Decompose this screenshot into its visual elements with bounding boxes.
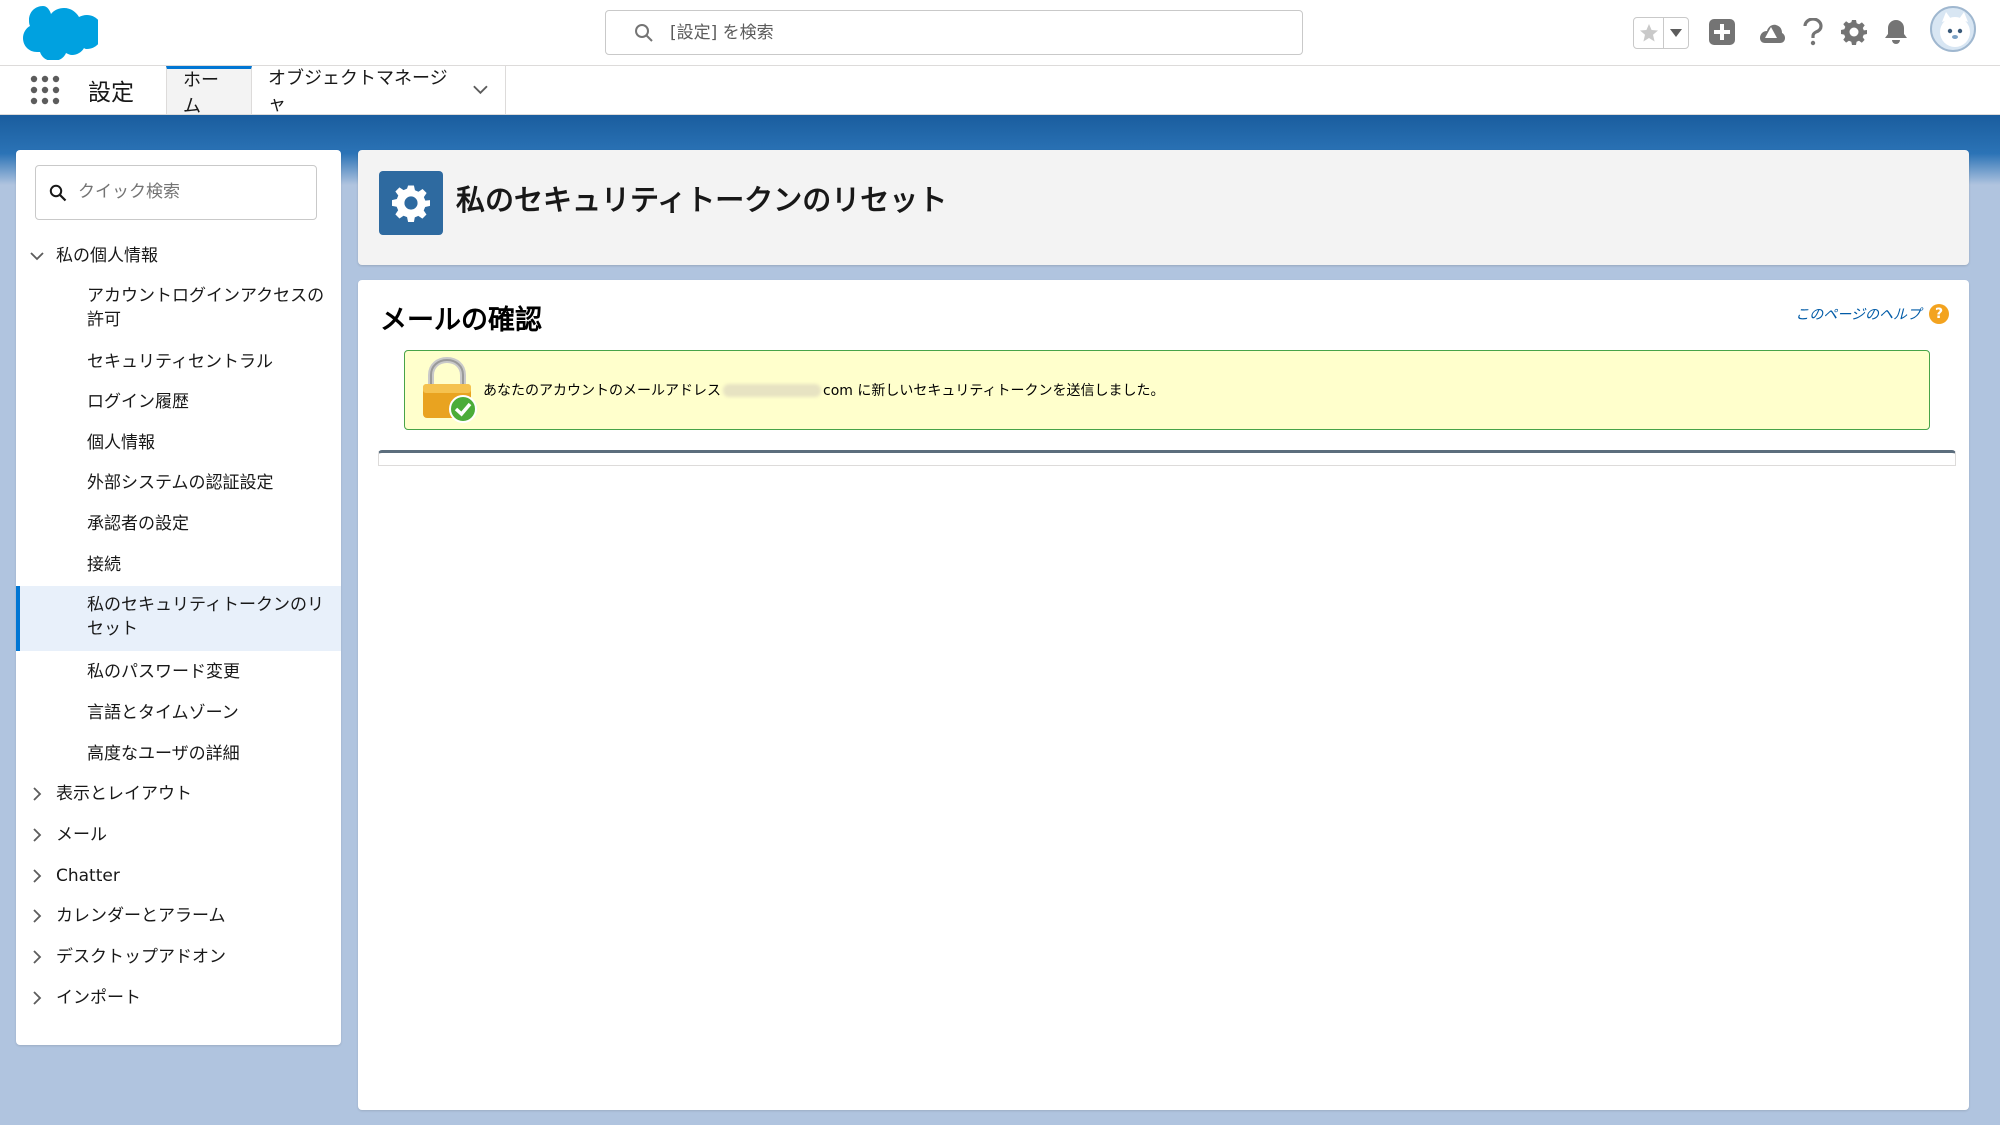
- app-launcher-icon[interactable]: [30, 75, 60, 105]
- quick-find-input[interactable]: [78, 176, 308, 208]
- sidebar-item-auth-settings[interactable]: 外部システムの認証設定: [16, 471, 341, 499]
- sidebar-item-approver-settings[interactable]: 承認者の設定: [16, 512, 341, 540]
- sidebar-section-label: デスクトップアドオン: [56, 947, 226, 967]
- chevron-right-icon: [33, 991, 42, 1005]
- sidebar-section-label: Chatter: [56, 866, 120, 886]
- tab-object-manager-label: オブジェクトマネージャ: [268, 68, 448, 115]
- sidebar-section-label: 表示とレイアウト: [56, 784, 192, 804]
- setup-button[interactable]: [1838, 16, 1870, 48]
- content-divider: [378, 450, 1956, 466]
- page-header-badge: [379, 171, 443, 235]
- global-actions-button[interactable]: [1706, 16, 1738, 48]
- sidebar-item-label: 承認者の設定: [87, 514, 189, 534]
- lock-check-icon: [423, 357, 477, 423]
- tab-object-manager[interactable]: オブジェクトマネージャ: [252, 66, 506, 115]
- chevron-right-icon: [33, 869, 42, 883]
- sidebar-item-login-access[interactable]: アカウントログインアクセスの許可: [16, 284, 341, 336]
- sidebar-item-label: 個人情報: [87, 433, 155, 453]
- avatar-icon: [1940, 12, 1970, 47]
- search-icon: [635, 24, 653, 42]
- sidebar-section-chatter[interactable]: Chatter: [16, 864, 341, 892]
- question-icon: [1803, 18, 1823, 46]
- bell-icon: [1885, 20, 1907, 44]
- sidebar-item-label: 高度なユーザの詳細: [87, 744, 240, 764]
- content-card: メールの確認 このページのヘルプ ? あなたのアカウントのメールアドレス com…: [358, 280, 1969, 1110]
- chevron-down-icon: [30, 252, 44, 261]
- sidebar-item-label: 言語とタイムゾーン: [87, 703, 239, 723]
- plus-icon: [1709, 19, 1735, 45]
- sidebar-item-label: 私のパスワード変更: [87, 662, 240, 682]
- page-header: 私のセキュリティトークンのリセット: [358, 150, 1969, 265]
- chevron-right-icon: [33, 950, 42, 964]
- sidebar-item-security-central[interactable]: セキュリティセントラル: [16, 350, 341, 378]
- chevron-right-icon: [33, 828, 42, 842]
- favorite-button[interactable]: [1634, 18, 1664, 48]
- help-link-label: このページのヘルプ: [1795, 307, 1921, 323]
- sidebar-item-connections[interactable]: 接続: [16, 553, 341, 581]
- sidebar-section-desktop-addons[interactable]: デスクトップアドオン: [16, 945, 341, 973]
- salesforce-logo[interactable]: [18, 6, 98, 60]
- sidebar-item-language-timezone[interactable]: 言語とタイムゾーン: [16, 701, 341, 729]
- favorites-group: [1633, 17, 1689, 49]
- search-icon: [49, 184, 67, 202]
- chevron-down-icon: [1670, 29, 1682, 37]
- global-search[interactable]: [605, 10, 1303, 55]
- sidebar-item-reset-security-token[interactable]: 私のセキュリティトークンのリセット: [16, 586, 341, 651]
- global-header: [0, 0, 2000, 66]
- sidebar-item-change-password[interactable]: 私のパスワード変更: [16, 660, 341, 688]
- gear-icon: [1841, 20, 1867, 45]
- sidebar-section-label: インポート: [56, 988, 141, 1008]
- sidebar-item-advanced-user-details[interactable]: 高度なユーザの詳細: [16, 742, 341, 770]
- sidebar-section-label: 私の個人情報: [56, 246, 158, 266]
- favorites-dropdown-button[interactable]: [1664, 18, 1688, 48]
- setup-sidebar: 私の個人情報 アカウントログインアクセスの許可 セキュリティセントラル ログイン…: [16, 150, 341, 1045]
- section-title: メールの確認: [380, 305, 542, 336]
- sidebar-section-import[interactable]: インポート: [16, 986, 341, 1014]
- sidebar-item-label: 接続: [87, 555, 121, 575]
- sidebar-section-calendar-alarms[interactable]: カレンダーとアラーム: [16, 904, 341, 932]
- chevron-right-icon: [33, 787, 42, 801]
- sidebar-section-label: カレンダーとアラーム: [56, 906, 226, 926]
- sidebar-item-label: アカウントログインアクセスの許可: [87, 286, 325, 330]
- sidebar-item-label: ログイン履歴: [87, 392, 189, 412]
- gear-icon: [392, 185, 430, 222]
- sidebar-item-label: 私のセキュリティトークンのリセット: [87, 595, 324, 639]
- redacted-email: [723, 383, 821, 397]
- sidebar-section-display-layout[interactable]: 表示とレイアウト: [16, 782, 341, 810]
- global-search-input[interactable]: [670, 17, 1270, 49]
- tab-home[interactable]: ホーム: [166, 66, 252, 117]
- sidebar-section-email[interactable]: メール: [16, 823, 341, 851]
- help-button[interactable]: [1797, 16, 1829, 48]
- sidebar-item-label: セキュリティセントラル: [87, 352, 273, 372]
- sidebar-item-personal-info[interactable]: 個人情報: [16, 431, 341, 459]
- sidebar-item-label: 外部システムの認証設定: [87, 473, 274, 493]
- page-title: 私のセキュリティトークンのリセット: [456, 183, 948, 217]
- message-prefix: あなたのアカウントのメールアドレス: [483, 383, 721, 399]
- context-bar: 設定 ホーム オブジェクトマネージャ: [0, 66, 2000, 117]
- tab-home-label: ホーム: [183, 69, 219, 117]
- message-suffix: com に新しいセキュリティトークンを送信しました。: [823, 383, 1165, 399]
- quick-find[interactable]: [35, 165, 317, 220]
- chevron-right-icon: [33, 909, 42, 923]
- confirmation-message-text: あなたのアカウントのメールアドレス com に新しいセキュリティトークンを送信し…: [483, 380, 1165, 400]
- sidebar-section-label: メール: [56, 825, 107, 845]
- help-question-icon: ?: [1929, 304, 1949, 324]
- chevron-down-icon[interactable]: [472, 84, 489, 96]
- help-for-this-page-link[interactable]: このページのヘルプ ?: [1795, 304, 1949, 324]
- trailhead-button[interactable]: [1755, 16, 1787, 48]
- user-avatar[interactable]: [1930, 6, 1976, 52]
- sidebar-section-personal-info[interactable]: 私の個人情報: [16, 244, 341, 272]
- trailhead-icon: [1760, 24, 1785, 43]
- confirmation-message: あなたのアカウントのメールアドレス com に新しいセキュリティトークンを送信し…: [404, 350, 1930, 430]
- app-name: 設定: [88, 80, 134, 106]
- sidebar-item-login-history[interactable]: ログイン履歴: [16, 390, 341, 418]
- star-icon: [1639, 24, 1658, 42]
- notifications-button[interactable]: [1880, 16, 1912, 48]
